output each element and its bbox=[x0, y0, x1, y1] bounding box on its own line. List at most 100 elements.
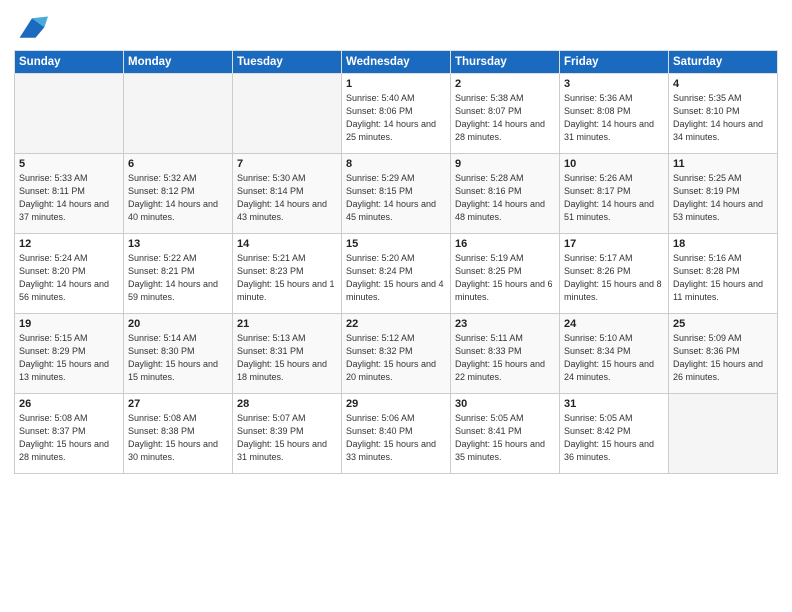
day-info: Sunrise: 5:25 AMSunset: 8:19 PMDaylight:… bbox=[673, 172, 773, 224]
day-cell: 30 Sunrise: 5:05 AMSunset: 8:41 PMDayligh… bbox=[451, 394, 560, 474]
day-number: 24 bbox=[564, 318, 664, 330]
day-number: 1 bbox=[346, 78, 446, 90]
day-number: 15 bbox=[346, 238, 446, 250]
day-cell: 22Sunrise: 5:12 AMSunset: 8:32 PMDayligh… bbox=[342, 314, 451, 394]
day-info: Sunrise: 5:11 AMSunset: 8:33 PMDaylight:… bbox=[455, 332, 555, 384]
day-number: 18 bbox=[673, 238, 773, 250]
day-number: 27 bbox=[128, 398, 228, 410]
day-info: Sunrise: 5:21 AMSunset: 8:23 PMDaylight:… bbox=[237, 252, 337, 304]
day-number: 30 bbox=[455, 398, 555, 410]
day-cell: 15Sunrise: 5:20 AMSunset: 8:24 PMDayligh… bbox=[342, 234, 451, 314]
weekday-header-thursday: Thursday bbox=[451, 51, 560, 74]
day-number: 23 bbox=[455, 318, 555, 330]
weekday-header-wednesday: Wednesday bbox=[342, 51, 451, 74]
day-cell: 7 Sunrise: 5:30 AMSunset: 8:14 PMDaylight… bbox=[233, 154, 342, 234]
day-number: 21 bbox=[237, 318, 337, 330]
day-cell: 9 Sunrise: 5:28 AMSunset: 8:16 PMDaylight… bbox=[451, 154, 560, 234]
day-cell: 14 Sunrise: 5:21 AMSunset: 8:23 PMDayligh… bbox=[233, 234, 342, 314]
day-info: Sunrise: 5:32 AMSunset: 8:12 PMDaylight:… bbox=[128, 172, 228, 224]
calendar-table: SundayMondayTuesdayWednesdayThursdayFrid… bbox=[14, 50, 778, 474]
weekday-header-sunday: Sunday bbox=[15, 51, 124, 74]
day-info: Sunrise: 5:24 AMSunset: 8:20 PMDaylight:… bbox=[19, 252, 119, 304]
day-number: 13 bbox=[128, 238, 228, 250]
day-cell: 5Sunrise: 5:33 AMSunset: 8:11 PMDaylight… bbox=[15, 154, 124, 234]
day-info: Sunrise: 5:16 AMSunset: 8:28 PMDaylight:… bbox=[673, 252, 773, 304]
day-cell: 24 Sunrise: 5:10 AMSunset: 8:34 PMDayligh… bbox=[560, 314, 669, 394]
day-info: Sunrise: 5:36 AMSunset: 8:08 PMDaylight:… bbox=[564, 92, 664, 144]
day-info: Sunrise: 5:07 AMSunset: 8:39 PMDaylight:… bbox=[237, 412, 337, 464]
day-cell: 2 Sunrise: 5:38 AMSunset: 8:07 PMDaylight… bbox=[451, 74, 560, 154]
day-info: Sunrise: 5:05 AMSunset: 8:41 PMDaylight:… bbox=[455, 412, 555, 464]
page: SundayMondayTuesdayWednesdayThursdayFrid… bbox=[0, 0, 792, 612]
day-info: Sunrise: 5:38 AMSunset: 8:07 PMDaylight:… bbox=[455, 92, 555, 144]
day-info: Sunrise: 5:30 AMSunset: 8:14 PMDaylight:… bbox=[237, 172, 337, 224]
day-info: Sunrise: 5:13 AMSunset: 8:31 PMDaylight:… bbox=[237, 332, 337, 384]
day-number: 10 bbox=[564, 158, 664, 170]
day-info: Sunrise: 5:09 AMSunset: 8:36 PMDaylight:… bbox=[673, 332, 773, 384]
day-number: 31 bbox=[564, 398, 664, 410]
day-number: 19 bbox=[19, 318, 119, 330]
day-info: Sunrise: 5:22 AMSunset: 8:21 PMDaylight:… bbox=[128, 252, 228, 304]
day-cell: 10 Sunrise: 5:26 AMSunset: 8:17 PMDayligh… bbox=[560, 154, 669, 234]
day-cell: 8 Sunrise: 5:29 AMSunset: 8:15 PMDaylight… bbox=[342, 154, 451, 234]
day-cell: 25 Sunrise: 5:09 AMSunset: 8:36 PMDayligh… bbox=[669, 314, 778, 394]
day-number: 25 bbox=[673, 318, 773, 330]
day-cell bbox=[15, 74, 124, 154]
day-info: Sunrise: 5:29 AMSunset: 8:15 PMDaylight:… bbox=[346, 172, 446, 224]
day-cell: 28 Sunrise: 5:07 AMSunset: 8:39 PMDayligh… bbox=[233, 394, 342, 474]
day-cell: 23 Sunrise: 5:11 AMSunset: 8:33 PMDayligh… bbox=[451, 314, 560, 394]
weekday-header-saturday: Saturday bbox=[669, 51, 778, 74]
weekday-header-tuesday: Tuesday bbox=[233, 51, 342, 74]
day-info: Sunrise: 5:08 AMSunset: 8:37 PMDaylight:… bbox=[19, 412, 119, 464]
day-info: Sunrise: 5:35 AMSunset: 8:10 PMDaylight:… bbox=[673, 92, 773, 144]
day-cell: 29 Sunrise: 5:06 AMSunset: 8:40 PMDayligh… bbox=[342, 394, 451, 474]
day-info: Sunrise: 5:19 AMSunset: 8:25 PMDaylight:… bbox=[455, 252, 555, 304]
logo-icon bbox=[16, 14, 48, 42]
day-info: Sunrise: 5:33 AMSunset: 8:11 PMDaylight:… bbox=[19, 172, 119, 224]
day-info: Sunrise: 5:05 AMSunset: 8:42 PMDaylight:… bbox=[564, 412, 664, 464]
day-cell: 6Sunrise: 5:32 AMSunset: 8:12 PMDaylight… bbox=[124, 154, 233, 234]
week-row-1: 1 Sunrise: 5:40 AMSunset: 8:06 PMDaylight… bbox=[15, 74, 778, 154]
weekday-header-monday: Monday bbox=[124, 51, 233, 74]
day-info: Sunrise: 5:06 AMSunset: 8:40 PMDaylight:… bbox=[346, 412, 446, 464]
day-info: Sunrise: 5:15 AMSunset: 8:29 PMDaylight:… bbox=[19, 332, 119, 384]
day-info: Sunrise: 5:40 AMSunset: 8:06 PMDaylight:… bbox=[346, 92, 446, 144]
day-cell bbox=[233, 74, 342, 154]
day-info: Sunrise: 5:14 AMSunset: 8:30 PMDaylight:… bbox=[128, 332, 228, 384]
day-number: 11 bbox=[673, 158, 773, 170]
day-number: 9 bbox=[455, 158, 555, 170]
day-cell: 13 Sunrise: 5:22 AMSunset: 8:21 PMDayligh… bbox=[124, 234, 233, 314]
day-cell: 11 Sunrise: 5:25 AMSunset: 8:19 PMDayligh… bbox=[669, 154, 778, 234]
logo bbox=[14, 14, 48, 42]
day-info: Sunrise: 5:28 AMSunset: 8:16 PMDaylight:… bbox=[455, 172, 555, 224]
day-cell bbox=[669, 394, 778, 474]
day-cell: 1 Sunrise: 5:40 AMSunset: 8:06 PMDaylight… bbox=[342, 74, 451, 154]
day-cell: 17Sunrise: 5:17 AMSunset: 8:26 PMDayligh… bbox=[560, 234, 669, 314]
day-number: 28 bbox=[237, 398, 337, 410]
day-cell: 4 Sunrise: 5:35 AMSunset: 8:10 PMDaylight… bbox=[669, 74, 778, 154]
week-row-3: 12Sunrise: 5:24 AMSunset: 8:20 PMDayligh… bbox=[15, 234, 778, 314]
day-number: 8 bbox=[346, 158, 446, 170]
day-cell: 12Sunrise: 5:24 AMSunset: 8:20 PMDayligh… bbox=[15, 234, 124, 314]
day-cell: 21 Sunrise: 5:13 AMSunset: 8:31 PMDayligh… bbox=[233, 314, 342, 394]
day-number: 7 bbox=[237, 158, 337, 170]
week-row-2: 5Sunrise: 5:33 AMSunset: 8:11 PMDaylight… bbox=[15, 154, 778, 234]
day-number: 20 bbox=[128, 318, 228, 330]
day-info: Sunrise: 5:08 AMSunset: 8:38 PMDaylight:… bbox=[128, 412, 228, 464]
day-number: 14 bbox=[237, 238, 337, 250]
weekday-header-row: SundayMondayTuesdayWednesdayThursdayFrid… bbox=[15, 51, 778, 74]
day-number: 29 bbox=[346, 398, 446, 410]
day-cell: 26 Sunrise: 5:08 AMSunset: 8:37 PMDayligh… bbox=[15, 394, 124, 474]
day-number: 4 bbox=[673, 78, 773, 90]
day-cell: 16Sunrise: 5:19 AMSunset: 8:25 PMDayligh… bbox=[451, 234, 560, 314]
day-cell: 27 Sunrise: 5:08 AMSunset: 8:38 PMDayligh… bbox=[124, 394, 233, 474]
day-number: 22 bbox=[346, 318, 446, 330]
day-number: 26 bbox=[19, 398, 119, 410]
day-cell: 18 Sunrise: 5:16 AMSunset: 8:28 PMDayligh… bbox=[669, 234, 778, 314]
weekday-header-friday: Friday bbox=[560, 51, 669, 74]
day-info: Sunrise: 5:26 AMSunset: 8:17 PMDaylight:… bbox=[564, 172, 664, 224]
day-info: Sunrise: 5:10 AMSunset: 8:34 PMDaylight:… bbox=[564, 332, 664, 384]
day-number: 2 bbox=[455, 78, 555, 90]
day-cell bbox=[124, 74, 233, 154]
day-cell: 3Sunrise: 5:36 AMSunset: 8:08 PMDaylight… bbox=[560, 74, 669, 154]
